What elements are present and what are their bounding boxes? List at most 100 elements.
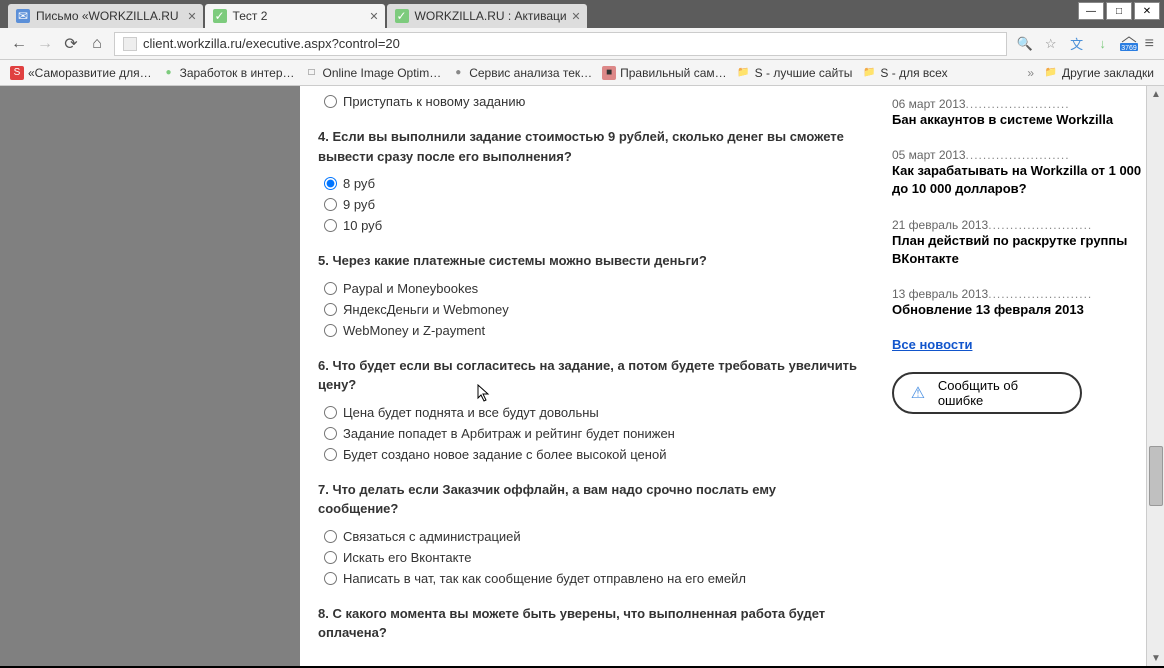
tab-strip: ✉ Письмо «WORKZILLA.RU ✕ ✓ Тест 2 ✕ ✓ WO… xyxy=(0,0,1164,28)
tab-title: WORKZILLA.RU : Активаци xyxy=(415,9,567,23)
sidebar: 06 март 2013........................ Бан… xyxy=(876,86,1164,666)
close-icon[interactable]: ✕ xyxy=(571,10,580,23)
question-4: 4. Если вы выполнили задание стоимостью … xyxy=(318,127,858,233)
bookmark-item[interactable]: ■Правильный сам… xyxy=(602,66,727,80)
tab-title: Тест 2 xyxy=(233,9,268,23)
home-button[interactable]: ⌂ xyxy=(88,35,106,53)
forward-button[interactable]: → xyxy=(36,35,54,53)
page-icon xyxy=(123,37,137,51)
browser-tab-0[interactable]: ✉ Письмо «WORKZILLA.RU ✕ xyxy=(8,4,203,28)
option-label: Задание попадет в Арбитраж и рейтинг буд… xyxy=(343,426,675,441)
radio-input[interactable] xyxy=(324,198,337,211)
scrollbar-thumb[interactable] xyxy=(1149,446,1163,506)
option-label: Искать его Вконтакте xyxy=(343,550,471,565)
question-7: 7. Что делать если Заказчик оффлайн, а в… xyxy=(318,480,858,586)
news-title: Как зарабатывать на Workzilla от 1 000 д… xyxy=(892,162,1148,198)
radio-option[interactable]: Искать его Вконтакте xyxy=(324,550,858,565)
option-label: Написать в чат, так как сообщение будет … xyxy=(343,571,746,586)
option-label: Paypal и Moneybookes xyxy=(343,281,478,296)
news-item[interactable]: 13 февраль 2013........................ … xyxy=(892,286,1148,319)
site-icon: ● xyxy=(451,66,465,80)
window-close-button[interactable]: ✕ xyxy=(1134,2,1160,20)
radio-option[interactable]: Будет создано новое задание с более высо… xyxy=(324,447,858,462)
radio-option[interactable]: ЯндексДеньги и Webmoney xyxy=(324,302,858,317)
back-button[interactable]: ← xyxy=(10,35,28,53)
scroll-up-icon[interactable]: ▲ xyxy=(1148,86,1164,102)
folder-icon: 📁 xyxy=(737,66,751,80)
report-error-label: Сообщить об ошибке xyxy=(938,378,1066,408)
radio-input[interactable] xyxy=(324,282,337,295)
option-label: Приступать к новому заданию xyxy=(343,94,525,109)
bookmark-item[interactable]: □Online Image Optim… xyxy=(305,66,442,80)
site-icon: ■ xyxy=(602,66,616,80)
question-text: 4. Если вы выполнили задание стоимостью … xyxy=(318,127,858,166)
check-icon: ✓ xyxy=(395,9,409,23)
reload-button[interactable]: ⟳ xyxy=(62,35,80,53)
maximize-button[interactable]: □ xyxy=(1106,2,1132,20)
overflow-chevron[interactable]: » xyxy=(1027,66,1034,80)
news-title: Обновление 13 февраля 2013 xyxy=(892,301,1148,319)
download-icon[interactable]: ↓ xyxy=(1093,36,1113,52)
radio-option[interactable]: Написать в чат, так как сообщение будет … xyxy=(324,571,858,586)
bookmark-item[interactable]: S«Саморазвитие для… xyxy=(10,66,152,80)
radio-option[interactable]: Связаться с администрацией xyxy=(324,529,858,544)
minimize-button[interactable]: — xyxy=(1078,2,1104,20)
radio-option[interactable]: Задание попадет в Арбитраж и рейтинг буд… xyxy=(324,426,858,441)
window-controls: — □ ✕ xyxy=(1078,2,1160,20)
svg-text:3769: 3769 xyxy=(1121,45,1137,52)
radio-input[interactable] xyxy=(324,219,337,232)
radio-input[interactable] xyxy=(324,324,337,337)
folder-icon: 📁 xyxy=(862,66,876,80)
bookmark-item[interactable]: ●Заработок в интер… xyxy=(162,66,295,80)
radio-option[interactable]: Цена будет поднята и все будут довольны xyxy=(324,405,858,420)
extension-icon[interactable]: 3769 xyxy=(1119,36,1139,52)
radio-input[interactable] xyxy=(324,95,337,108)
scroll-down-icon[interactable]: ▼ xyxy=(1148,650,1164,666)
radio-input[interactable] xyxy=(324,427,337,440)
browser-tab-2[interactable]: ✓ WORKZILLA.RU : Активаци ✕ xyxy=(387,4,587,28)
close-icon[interactable]: ✕ xyxy=(369,10,378,23)
radio-input[interactable] xyxy=(324,530,337,543)
star-icon[interactable]: ☆ xyxy=(1041,36,1061,52)
radio-input[interactable] xyxy=(324,448,337,461)
warning-icon: ⚠ xyxy=(908,383,928,403)
radio-option[interactable]: 9 руб xyxy=(324,197,858,212)
bookmark-folder[interactable]: 📁S - лучшие сайты xyxy=(737,66,853,80)
option-label: Будет создано новое задание с более высо… xyxy=(343,447,666,462)
address-bar[interactable]: client.workzilla.ru/executive.aspx?contr… xyxy=(114,32,1007,56)
option-label: Связаться с администрацией xyxy=(343,529,521,544)
radio-input[interactable] xyxy=(324,572,337,585)
radio-input[interactable] xyxy=(324,177,337,190)
browser-tab-1[interactable]: ✓ Тест 2 ✕ xyxy=(205,4,385,28)
radio-input[interactable] xyxy=(324,303,337,316)
news-item[interactable]: 06 март 2013........................ Бан… xyxy=(892,96,1148,129)
search-icon[interactable]: 🔍 xyxy=(1015,36,1035,52)
news-item[interactable]: 21 февраль 2013........................ … xyxy=(892,217,1148,268)
radio-input[interactable] xyxy=(324,551,337,564)
menu-icon[interactable]: ≡ xyxy=(1145,35,1154,53)
tab-title: Письмо «WORKZILLA.RU xyxy=(36,9,179,23)
option-label: 9 руб xyxy=(343,197,375,212)
question-6: 6. Что будет если вы согласитесь на зада… xyxy=(318,356,858,462)
radio-option[interactable]: 8 руб xyxy=(324,176,858,191)
option-label: 10 руб xyxy=(343,218,382,233)
left-column xyxy=(0,86,300,666)
scrollbar[interactable]: ▲ ▼ xyxy=(1146,86,1164,666)
news-item[interactable]: 05 март 2013........................ Как… xyxy=(892,147,1148,198)
question-text: 8. С какого момента вы можете быть увере… xyxy=(318,604,858,643)
bookmark-folder[interactable]: 📁S - для всех xyxy=(862,66,947,80)
bookmark-item[interactable]: ●Сервис анализа тек… xyxy=(451,66,592,80)
report-error-button[interactable]: ⚠ Сообщить об ошибке xyxy=(892,372,1082,414)
radio-option[interactable]: 10 руб xyxy=(324,218,858,233)
radio-input[interactable] xyxy=(324,406,337,419)
all-news-link[interactable]: Все новости xyxy=(892,337,1148,352)
other-bookmarks[interactable]: 📁Другие закладки xyxy=(1044,66,1154,80)
main-content: Приступать к новому заданию 4. Если вы в… xyxy=(300,86,876,666)
question-8: 8. С какого момента вы можете быть увере… xyxy=(318,604,858,643)
radio-option[interactable]: Paypal и Moneybookes xyxy=(324,281,858,296)
news-date: 13 февраль 2013........................ xyxy=(892,287,1092,301)
translate-icon[interactable]: 文 xyxy=(1067,36,1087,52)
radio-option[interactable]: Приступать к новому заданию xyxy=(324,94,858,109)
close-icon[interactable]: ✕ xyxy=(187,10,196,23)
radio-option[interactable]: WebMoney и Z-payment xyxy=(324,323,858,338)
